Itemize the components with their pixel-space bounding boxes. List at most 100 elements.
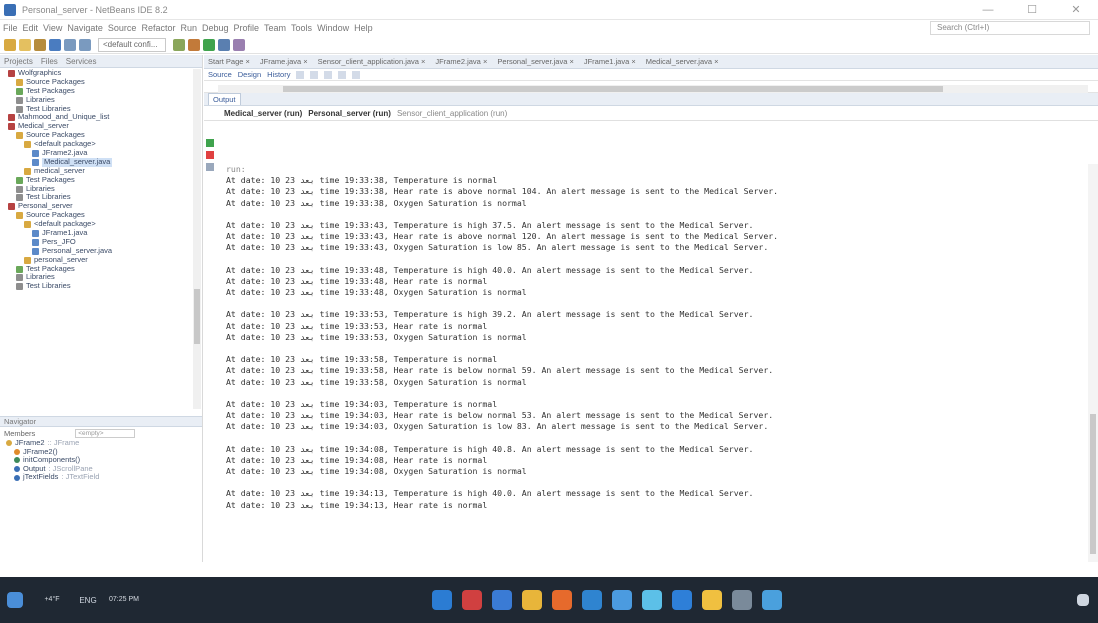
projects-scrollbar[interactable]: [193, 69, 201, 409]
node-icon: [8, 123, 15, 131]
output-console[interactable]: run: At date: 10 23 بعد time 19:33:38, Te…: [222, 164, 1088, 562]
debug-icon[interactable]: [218, 38, 230, 51]
editor-tabs: Start Page × JFrame.java × Sensor_client_a…: [204, 55, 1098, 69]
menu-team[interactable]: Team: [264, 23, 286, 33]
navigator-member[interactable]: jTextFields: JTextField: [0, 473, 202, 482]
menu-navigate[interactable]: Navigate: [67, 23, 103, 33]
members-filter-select[interactable]: <empty>: [75, 428, 136, 438]
find-icon[interactable]: [324, 70, 333, 79]
project-tree-node[interactable]: <default package>: [0, 139, 202, 149]
clock-text: 07:25 PM: [109, 596, 139, 603]
vscode-icon[interactable]: [577, 580, 607, 620]
menu-source[interactable]: Source: [108, 23, 137, 33]
node-icon: [8, 69, 15, 77]
files-icon[interactable]: [697, 580, 727, 620]
design-button[interactable]: Design: [238, 70, 261, 79]
config-select[interactable]: <default confi...: [98, 37, 166, 52]
calendar-icon[interactable]: [667, 580, 697, 620]
photos-icon[interactable]: [637, 580, 667, 620]
clear-icon[interactable]: [206, 163, 214, 171]
undo-icon[interactable]: [64, 38, 76, 51]
horizontal-scrollbar[interactable]: [218, 85, 1088, 93]
scroll-thumb[interactable]: [194, 289, 200, 344]
node-icon: [32, 247, 39, 255]
start-button[interactable]: [0, 580, 30, 620]
rerun-icon[interactable]: [206, 139, 214, 147]
check-icon[interactable]: [607, 580, 637, 620]
photos-icon-glyph: [642, 590, 662, 610]
search-input[interactable]: Search (Ctrl+I): [930, 21, 1090, 35]
redo-icon[interactable]: [79, 38, 91, 51]
store-icon[interactable]: [457, 580, 487, 620]
new-file-icon[interactable]: [19, 38, 31, 51]
node-icon: [16, 96, 23, 104]
editor-tab[interactable]: Medical_server.java ×: [646, 57, 719, 66]
editor-tab[interactable]: Sensor_client_application.java ×: [318, 57, 426, 66]
project-tree-node[interactable]: <default package>: [0, 219, 202, 229]
project-tree-node[interactable]: Medical_server.java: [0, 157, 202, 167]
minimize-button[interactable]: —: [966, 0, 1010, 20]
project-tree-node[interactable]: Personal_server.java: [0, 246, 202, 256]
build-icon[interactable]: [173, 38, 185, 51]
menu-profile[interactable]: Profile: [234, 23, 260, 33]
project-tree-node[interactable]: Test Libraries: [0, 281, 202, 291]
menu-run[interactable]: Run: [180, 23, 197, 33]
notifications-icon[interactable]: [1068, 580, 1098, 620]
editor-tab[interactable]: Start Page ×: [208, 57, 250, 66]
project-tree-node[interactable]: Source Packages: [0, 130, 202, 140]
editor-tab[interactable]: JFrame2.java ×: [435, 57, 487, 66]
save-all-icon[interactable]: [49, 38, 61, 51]
window-titlebar: Personal_server - NetBeans IDE 8.2 — ☐ ✕: [0, 0, 1098, 20]
comment-icon[interactable]: [352, 70, 361, 79]
tab-files[interactable]: Files: [41, 57, 58, 66]
project-tree-node[interactable]: JFrame1.java: [0, 228, 202, 238]
menu-view[interactable]: View: [43, 23, 62, 33]
edge-icon[interactable]: [427, 580, 457, 620]
menu-refactor[interactable]: Refactor: [141, 23, 175, 33]
netbeans-icon[interactable]: [757, 580, 787, 620]
tab-services[interactable]: Services: [66, 57, 97, 66]
open-project-icon[interactable]: [34, 38, 46, 51]
menu-file[interactable]: File: [3, 23, 18, 33]
weather-widget[interactable]: +4°F: [30, 580, 74, 620]
history-button[interactable]: History: [267, 70, 290, 79]
toggle-bookmark-icon[interactable]: [338, 70, 347, 79]
console-scrollbar[interactable]: [1088, 164, 1098, 562]
menu-tools[interactable]: Tools: [291, 23, 312, 33]
menu-window[interactable]: Window: [317, 23, 349, 33]
new-project-icon[interactable]: [4, 38, 16, 51]
menu-help[interactable]: Help: [354, 23, 373, 33]
chrome-icon[interactable]: [517, 580, 547, 620]
run-icon[interactable]: [203, 38, 215, 51]
scroll-thumb[interactable]: [1090, 414, 1096, 554]
close-button[interactable]: ✕: [1054, 0, 1098, 20]
clock[interactable]: 07:25 PM: [102, 580, 146, 620]
language-indicator[interactable]: ENG: [74, 580, 102, 620]
scroll-thumb[interactable]: [283, 86, 943, 92]
terminal-icon[interactable]: [727, 580, 757, 620]
project-tree-node[interactable]: Source Packages: [0, 210, 202, 220]
run-tab-sensor-client[interactable]: Sensor_client_application (run): [397, 109, 507, 118]
editor-tab[interactable]: JFrame1.java ×: [584, 57, 636, 66]
menu-edit[interactable]: Edit: [23, 23, 39, 33]
firefox-icon[interactable]: [547, 580, 577, 620]
navigator-header: Navigator: [0, 416, 202, 427]
tab-projects[interactable]: Projects: [4, 57, 33, 66]
back-icon[interactable]: [296, 70, 305, 79]
clean-build-icon[interactable]: [188, 38, 200, 51]
maximize-button[interactable]: ☐: [1010, 0, 1054, 20]
stop-icon[interactable]: [206, 151, 214, 159]
node-icon: [24, 141, 31, 149]
taskbar-apps: [427, 580, 787, 620]
editor-tab[interactable]: Personal_server.java ×: [497, 57, 574, 66]
editor-tab[interactable]: JFrame.java ×: [260, 57, 308, 66]
mail-icon[interactable]: [487, 580, 517, 620]
menu-debug[interactable]: Debug: [202, 23, 229, 33]
profile-icon[interactable]: [233, 38, 245, 51]
run-tab-personal-server[interactable]: Personal_server (run): [308, 109, 391, 118]
forward-icon[interactable]: [310, 70, 319, 79]
source-button[interactable]: Source: [208, 70, 232, 79]
run-tab-medical-server[interactable]: Medical_server (run): [224, 109, 302, 118]
tab-output[interactable]: Output: [208, 93, 241, 105]
